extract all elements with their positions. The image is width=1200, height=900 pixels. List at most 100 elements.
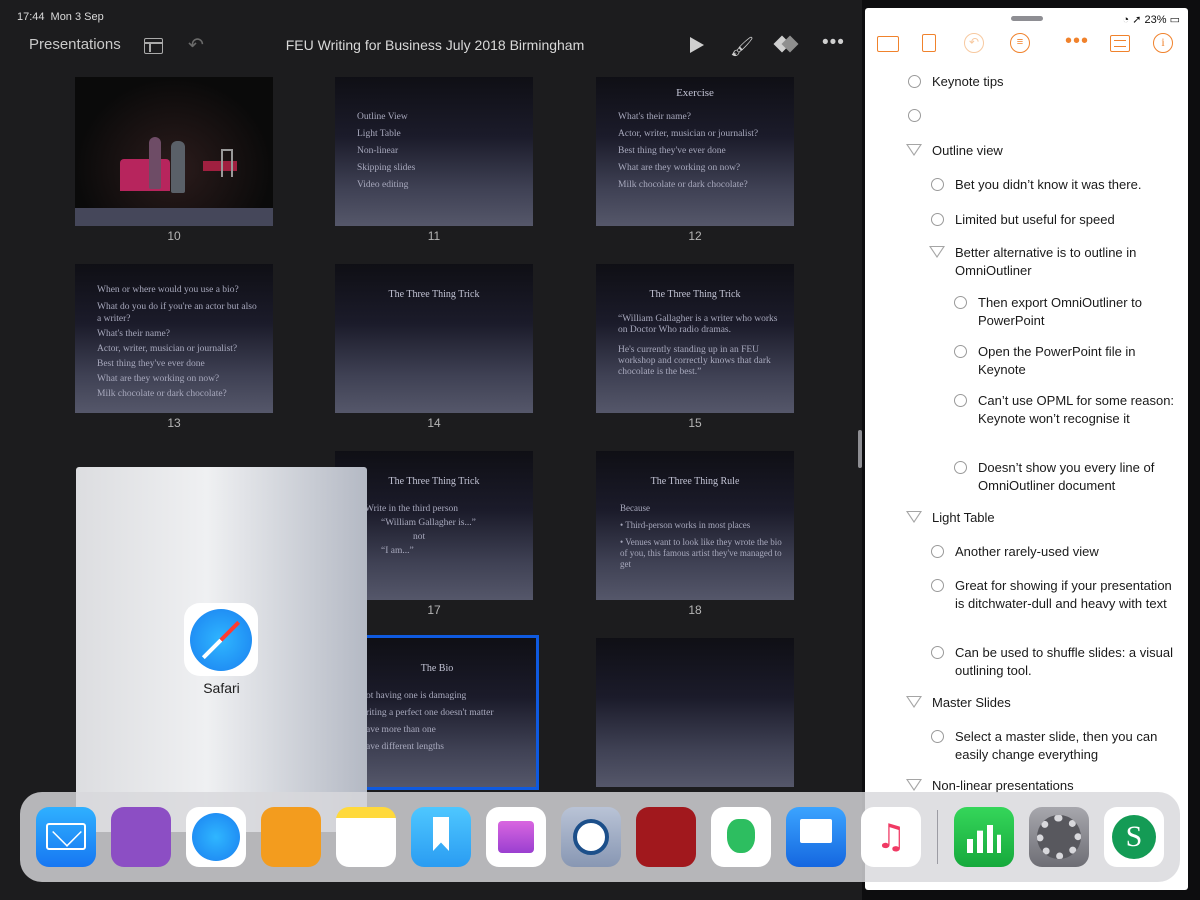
stack-app-icon[interactable] <box>486 807 546 867</box>
slide-number: 18 <box>688 603 702 617</box>
bar-chart-icon <box>967 825 1001 853</box>
documents-folder-icon[interactable] <box>877 36 899 52</box>
slide-thumbnail[interactable]: Exercise What's their name? Actor, writer… <box>596 77 794 226</box>
more-icon[interactable]: ••• <box>1065 30 1089 53</box>
undo-icon[interactable]: ↶ <box>964 33 984 53</box>
outline-row[interactable]: Can’t use OPML for some reason: Keynote … <box>954 392 1180 428</box>
outline-row[interactable]: Bet you didn’t know it was there. <box>931 176 1180 194</box>
animate-icon[interactable] <box>774 35 800 53</box>
more-icon[interactable]: ••• <box>822 32 845 54</box>
outline-row[interactable]: Another rarely-used view <box>931 543 1180 561</box>
format-brush-icon[interactable]: 🖌 <box>730 35 754 59</box>
slide-over-handle[interactable] <box>1011 16 1043 21</box>
undo-icon[interactable]: ↶ <box>188 34 204 57</box>
outline-row[interactable]: Master Slides <box>906 694 1172 712</box>
split-view-divider-handle[interactable] <box>858 430 862 468</box>
evernote-app-icon[interactable] <box>711 807 771 867</box>
bookmarks-app-icon[interactable] <box>411 807 471 867</box>
slide-text: “William Gallagher is a writer who works… <box>618 314 778 377</box>
slide-thumbnail[interactable]: The Three Thing Trick <box>335 264 533 413</box>
omnioutliner-app-icon[interactable] <box>261 807 321 867</box>
slide-text: What's their name? Actor, writer, musicia… <box>618 112 759 190</box>
status-time: 17:44 <box>17 11 45 23</box>
outline-row[interactable]: Outline view <box>906 142 1172 160</box>
bullet-icon[interactable] <box>954 394 967 407</box>
status-right: ◔ ➚ 23% ▭ <box>1123 13 1181 26</box>
slide-text: Because • Third-person works in most plac… <box>620 503 782 569</box>
slide-text: ot having one is damaging riting a perfec… <box>366 691 494 752</box>
slide-text: Outline View Light Table Non-linear Skippin… <box>357 112 416 190</box>
slide-thumbnail-selected[interactable]: The Bio ot having one is damaging riting … <box>335 635 539 790</box>
safari-icon[interactable] <box>184 603 258 676</box>
slide-thumbnail[interactable]: When or where would you use a bio? What d… <box>75 264 273 413</box>
slide-number: 14 <box>427 416 441 430</box>
slide-strip <box>75 208 273 226</box>
mail-app-icon[interactable] <box>36 807 96 867</box>
disclosure-triangle-icon[interactable] <box>906 144 922 156</box>
sidebar-toggle-icon[interactable] <box>144 38 163 54</box>
bookmark-icon <box>433 817 449 851</box>
bullet-icon[interactable] <box>931 646 944 659</box>
slide-heading: The Three Thing Trick <box>388 289 480 300</box>
envelope-icon <box>46 823 86 850</box>
bullet-icon[interactable] <box>908 109 921 122</box>
outline-row[interactable]: Better alternative is to outline in Omni… <box>929 244 1180 280</box>
photo-person <box>149 137 161 189</box>
notes-app-icon[interactable] <box>336 807 396 867</box>
disclosure-triangle-icon[interactable] <box>906 696 922 708</box>
bullet-icon[interactable] <box>931 213 944 226</box>
omnifocus-app-icon[interactable] <box>111 807 171 867</box>
music-app-icon[interactable]: ♫ <box>861 807 921 867</box>
slide-number: 12 <box>688 229 702 243</box>
document-icon[interactable] <box>922 34 936 52</box>
bullet-icon[interactable] <box>931 178 944 191</box>
bullet-icon[interactable] <box>908 75 921 88</box>
bullet-icon[interactable] <box>931 730 944 743</box>
photo-person <box>171 141 185 193</box>
safari-app-icon[interactable] <box>186 807 246 867</box>
compass-icon <box>192 813 240 861</box>
bullet-icon[interactable] <box>931 545 944 558</box>
slide-number: 11 <box>427 229 441 243</box>
bullet-icon[interactable] <box>931 579 944 592</box>
podium-icon <box>800 819 832 843</box>
slide-thumbnail[interactable]: The Three Thing Rule Because • Third-pers… <box>596 451 794 600</box>
disclosure-triangle-icon[interactable] <box>906 511 922 523</box>
slide-thumbnail[interactable]: Outline View Light Table Non-linear Skippin… <box>335 77 533 226</box>
outline-row[interactable]: Great for showing if your presentation i… <box>931 577 1180 613</box>
stack-icon <box>498 821 534 853</box>
outline-row[interactable]: Limited but useful for speed <box>931 211 1180 229</box>
outline-row[interactable]: Keynote tips <box>908 73 1172 91</box>
numbers-app-icon[interactable] <box>954 807 1014 867</box>
outline-row[interactable]: Can be used to shuffle slides: a visual … <box>931 644 1180 680</box>
1password-app-icon[interactable] <box>561 807 621 867</box>
spy-app-icon[interactable] <box>636 807 696 867</box>
slide-thumbnail[interactable] <box>75 77 273 226</box>
bullet-icon[interactable] <box>954 461 967 474</box>
settings-app-icon[interactable] <box>1029 807 1089 867</box>
play-icon[interactable] <box>690 37 704 53</box>
keynote-app-icon[interactable] <box>786 807 846 867</box>
bullet-icon[interactable] <box>954 345 967 358</box>
outline-row[interactable]: Select a master slide, then you can easi… <box>931 728 1180 764</box>
outline-row[interactable]: Light Table <box>906 509 1172 527</box>
sidebar-list-icon[interactable] <box>1110 35 1130 52</box>
outline-row[interactable]: Doesn’t show you every line of OmniOutli… <box>954 459 1180 495</box>
outline-row[interactable]: Then export OmniOutliner to PowerPoint <box>954 294 1180 330</box>
wifi-icon: ◔ <box>1122 14 1130 26</box>
outline-row[interactable] <box>908 107 1172 125</box>
app-switcher-card[interactable]: Safari <box>76 467 367 832</box>
outline-row[interactable]: Open the PowerPoint file in Keynote <box>954 343 1180 379</box>
disclosure-triangle-icon[interactable] <box>929 246 945 258</box>
filter-icon[interactable]: ≡ <box>1010 33 1030 53</box>
slide-thumbnail[interactable] <box>596 638 794 787</box>
slide-heading: Exercise <box>676 87 714 99</box>
info-icon[interactable]: i <box>1153 33 1173 53</box>
scrivener-app-icon[interactable]: S <box>1104 807 1164 867</box>
slide-thumbnail[interactable]: The Three Thing Trick “William Gallagher… <box>596 264 794 413</box>
disclosure-triangle-icon[interactable] <box>906 779 922 791</box>
presentations-back-button[interactable]: Presentations <box>29 36 121 53</box>
battery-percent: 23% <box>1144 14 1167 26</box>
bullet-icon[interactable] <box>954 296 967 309</box>
slide-text: Write in the third person “William Gallag… <box>365 504 476 556</box>
